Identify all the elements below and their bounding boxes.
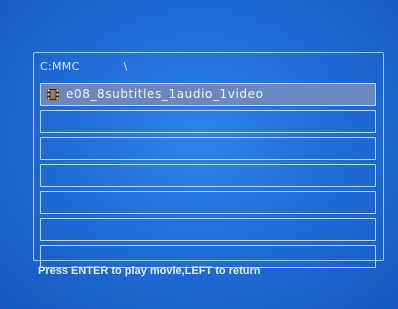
file-browser-panel: C:MMC \ e08_8subtitles_1audio_1video <box>33 52 384 268</box>
path-bar: C:MMC \ <box>40 57 128 75</box>
file-row-empty[interactable] <box>40 218 376 241</box>
file-row-empty[interactable] <box>40 110 376 133</box>
footer-hint: Press ENTER to play movie,LEFT to return <box>38 265 261 277</box>
current-path: \ <box>123 59 128 73</box>
file-row[interactable]: e08_8subtitles_1audio_1video <box>40 83 376 106</box>
file-row-empty[interactable] <box>40 164 376 187</box>
file-name: e08_8subtitles_1audio_1video <box>66 87 264 101</box>
drive-label: C:MMC <box>40 59 80 73</box>
media-player-screen: C:MMC \ e08_8subtitles_1audio_1video Pre… <box>0 0 398 309</box>
file-list: e08_8subtitles_1audio_1video <box>40 83 376 272</box>
file-row-empty[interactable] <box>40 137 376 160</box>
file-row-empty[interactable] <box>40 191 376 214</box>
film-icon <box>46 88 60 101</box>
